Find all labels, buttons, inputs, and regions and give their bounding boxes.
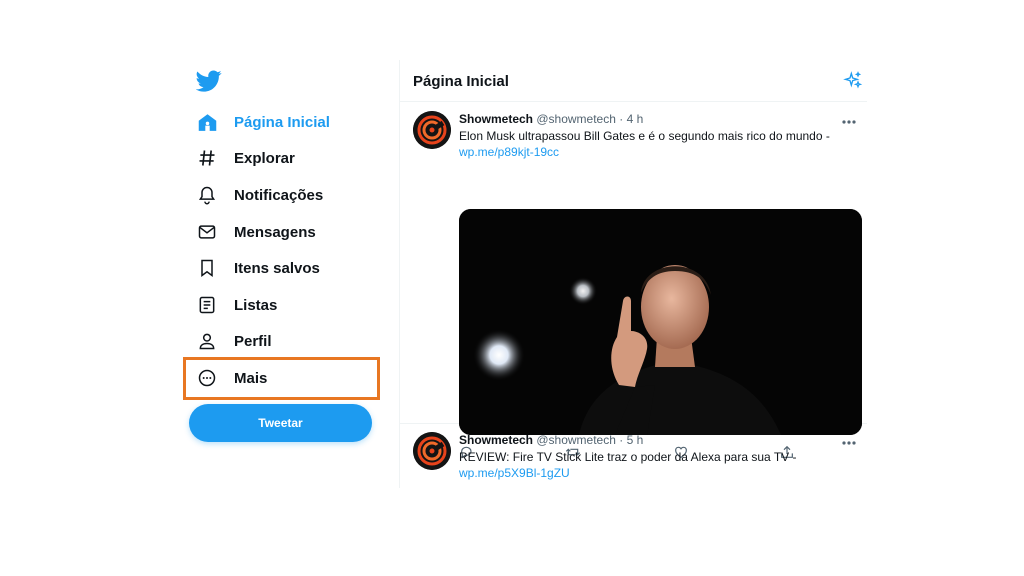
user-icon bbox=[196, 330, 218, 352]
bookmark-icon bbox=[196, 257, 218, 279]
sidebar-item-bookmarks[interactable]: Itens salvos bbox=[180, 251, 380, 285]
sidebar-item-label: Página Inicial bbox=[234, 113, 330, 131]
sidebar-item-notifications[interactable]: Notificações bbox=[180, 178, 380, 212]
more-options-icon[interactable] bbox=[841, 435, 857, 445]
twitter-logo-icon[interactable] bbox=[195, 68, 222, 94]
sidebar-nav: Página Inicial Explorar Notificações Men… bbox=[180, 60, 392, 460]
tweet-item[interactable]: Showmetech @showmetech · 5 h REVIEW: Fir… bbox=[400, 425, 867, 488]
tweet-link[interactable]: wp.me/p5X9Bl-1gZU bbox=[459, 465, 859, 481]
envelope-icon bbox=[196, 221, 218, 243]
tweet-body: REVIEW: Fire TV Stick Lite traz o poder … bbox=[459, 450, 797, 464]
tweet-item[interactable]: Showmetech @showmetech · 4 h Elon Musk u… bbox=[400, 103, 867, 459]
page-title: Página Inicial bbox=[413, 73, 509, 90]
sidebar-item-explore[interactable]: Explorar bbox=[180, 141, 380, 175]
tweet-author-name[interactable]: Showmetech bbox=[459, 112, 533, 126]
list-icon bbox=[196, 294, 218, 316]
tweet-author-name[interactable]: Showmetech bbox=[459, 433, 533, 447]
sidebar-item-label: Notificações bbox=[234, 186, 324, 204]
bell-icon bbox=[196, 184, 218, 206]
tweet-header: Showmetech @showmetech · 4 h bbox=[459, 112, 643, 126]
sparkle-icon[interactable] bbox=[843, 71, 863, 91]
hashtag-icon bbox=[196, 147, 218, 169]
home-icon bbox=[196, 111, 218, 133]
tweet-timestamp[interactable]: · 5 h bbox=[619, 433, 643, 447]
sidebar-item-label: Listas bbox=[234, 296, 278, 314]
tweet-timestamp[interactable]: · 4 h bbox=[619, 112, 643, 126]
timeline-header: Página Inicial bbox=[400, 60, 867, 102]
tweet-text: REVIEW: Fire TV Stick Lite traz o poder … bbox=[459, 449, 859, 481]
sidebar-item-home[interactable]: Página Inicial bbox=[180, 105, 380, 139]
avatar[interactable] bbox=[413, 111, 451, 149]
timeline: Página Inicial Showmetech @showmetech · … bbox=[399, 60, 867, 488]
sidebar-item-profile[interactable]: Perfil bbox=[180, 324, 380, 358]
sidebar-item-lists[interactable]: Listas bbox=[180, 288, 380, 322]
tweet-link[interactable]: wp.me/p89kjt-19cc bbox=[459, 144, 859, 160]
sidebar-item-label: Mensagens bbox=[234, 223, 316, 241]
sidebar-item-label: Perfil bbox=[234, 332, 272, 350]
avatar[interactable] bbox=[413, 432, 451, 470]
sidebar-item-label: Itens salvos bbox=[234, 259, 320, 277]
tweet-body: Elon Musk ultrapassou Bill Gates e é o s… bbox=[459, 129, 830, 143]
tweet-author-handle: @showmetech bbox=[536, 433, 616, 447]
more-options-icon[interactable] bbox=[841, 114, 857, 124]
sidebar-item-label: Explorar bbox=[234, 149, 295, 167]
tweet-author-handle: @showmetech bbox=[536, 112, 616, 126]
tweet-image[interactable] bbox=[459, 209, 862, 435]
tweet-text: Elon Musk ultrapassou Bill Gates e é o s… bbox=[459, 128, 859, 160]
more-item-highlight-box bbox=[183, 357, 380, 400]
tweet-header: Showmetech @showmetech · 5 h bbox=[459, 433, 643, 447]
sidebar-item-messages[interactable]: Mensagens bbox=[180, 215, 380, 249]
tweet-button[interactable]: Tweetar bbox=[189, 404, 372, 442]
